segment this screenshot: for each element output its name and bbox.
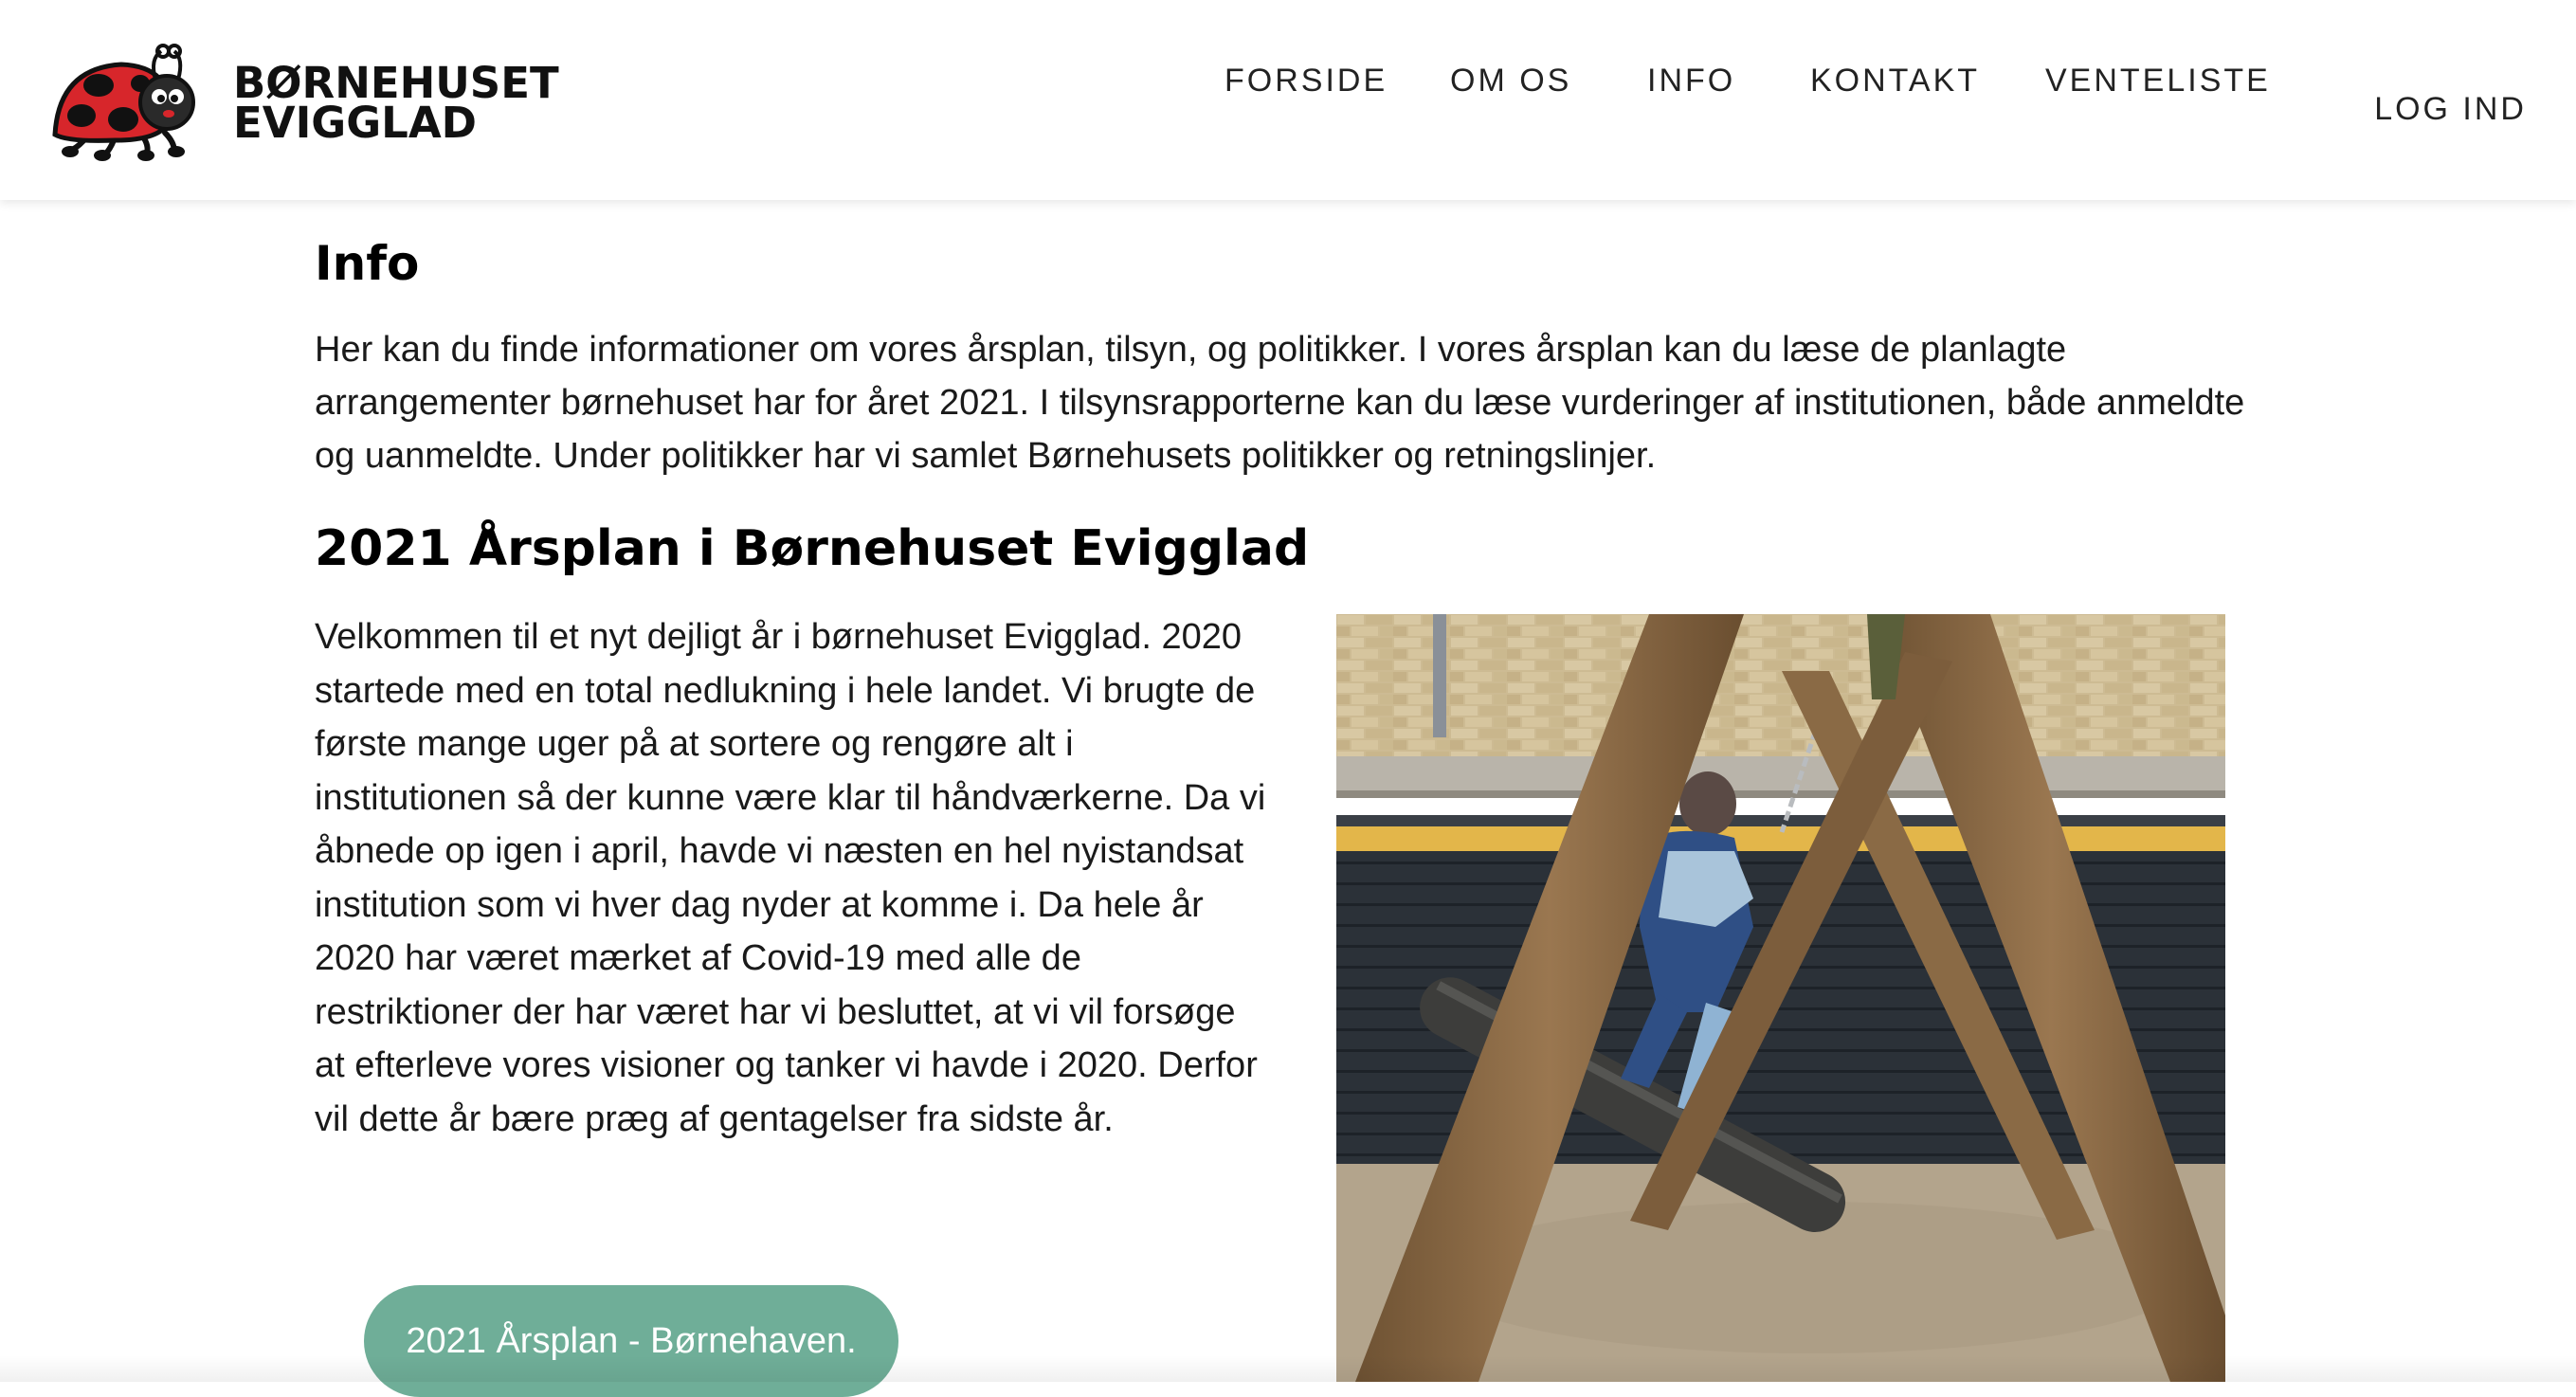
nav-item-info[interactable]: INFO [1647, 63, 1735, 100]
section-body-text: Velkommen til et nyt dejligt år i børneh… [315, 617, 1266, 1139]
playground-swing-image [1336, 614, 2225, 1382]
nav-item-om-os[interactable]: OM OS [1450, 63, 1571, 100]
nav-item-venteliste[interactable]: VENTELISTE [2045, 63, 2271, 100]
playground-photo [1336, 614, 2225, 1382]
page-title: Info [315, 236, 420, 291]
arsplan-bornehaven-button[interactable]: 2021 Årsplan - Børnehaven. [364, 1285, 898, 1397]
section-title: 2021 Årsplan i Børnehuset Evigglad [315, 520, 1310, 577]
nav-item-forside[interactable]: FORSIDE [1225, 63, 1388, 100]
intro-paragraph: Her kan du finde informationer om vores … [315, 330, 2245, 476]
login-link[interactable]: LOG IND [2374, 91, 2527, 128]
main-nav: FORSIDE OM OS INFO KONTAKT VENTELISTE [0, 63, 2576, 119]
site-header: BØRNEHUSET EVIGGLAD FORSIDE OM OS INFO K… [0, 0, 2576, 200]
nav-item-kontakt[interactable]: KONTAKT [1810, 63, 1980, 100]
